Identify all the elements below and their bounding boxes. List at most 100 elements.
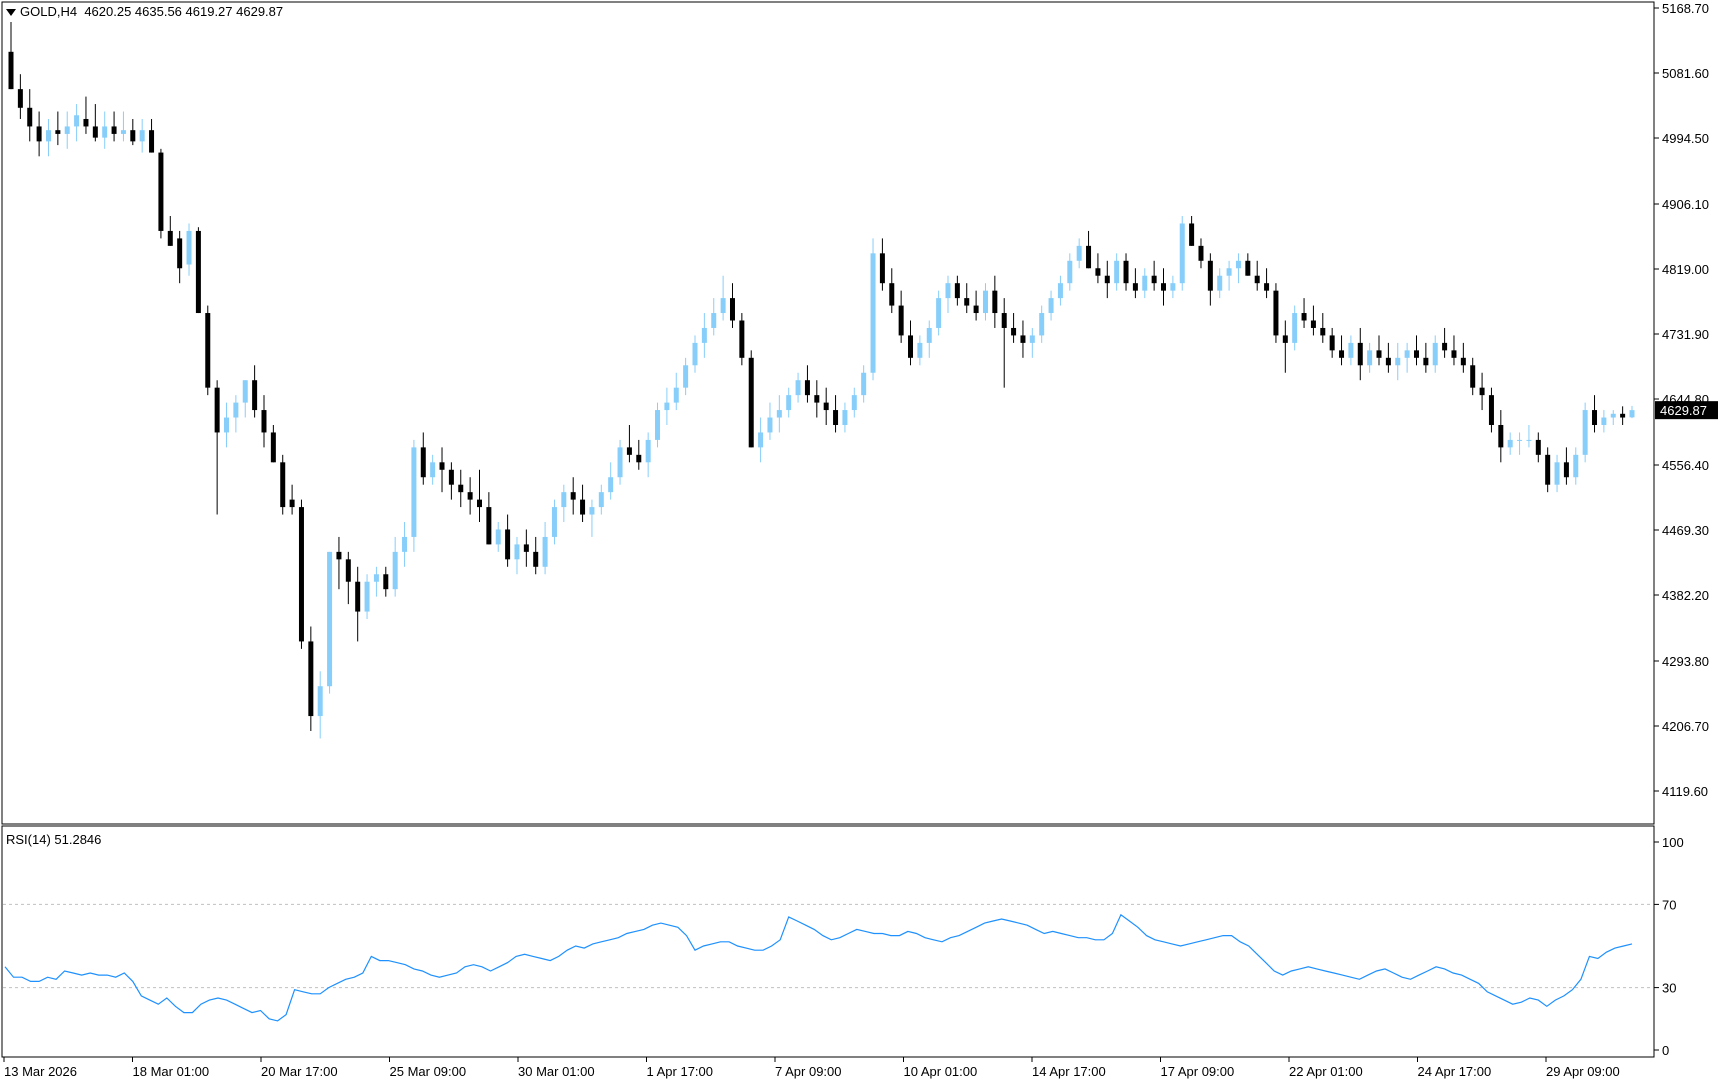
price-tick-label: 5168.70 — [1662, 1, 1709, 16]
candle-body — [692, 342, 698, 366]
candle-body — [1423, 357, 1429, 366]
candle-body — [1601, 417, 1607, 425]
candle-body — [242, 380, 248, 403]
time-tick-label: 18 Mar 01:00 — [133, 1064, 210, 1079]
candle-body — [551, 507, 557, 537]
candle-body — [205, 313, 211, 388]
candle-body — [626, 447, 632, 455]
candle-body — [1442, 342, 1448, 351]
candle-body — [823, 402, 829, 411]
candle-body — [336, 551, 342, 560]
candle-body — [1320, 327, 1326, 336]
candle-body — [177, 238, 183, 269]
rsi-tick-label: 70 — [1662, 897, 1676, 912]
candle-body — [402, 536, 408, 552]
time-tick-label: 22 Apr 01:00 — [1289, 1064, 1363, 1079]
candle-body — [355, 581, 361, 612]
time-tick-label: 20 Mar 17:00 — [261, 1064, 338, 1079]
candle-body — [514, 544, 520, 560]
candle-body — [55, 130, 61, 134]
time-tick-label: 24 Apr 17:00 — [1418, 1064, 1492, 1079]
candle-body — [364, 581, 370, 612]
candle-body — [439, 462, 445, 470]
candle-body — [908, 335, 914, 358]
candle-body — [1554, 462, 1560, 485]
candle-body — [580, 499, 586, 515]
candle-body — [476, 499, 482, 508]
dropdown-triangle-icon[interactable] — [6, 9, 16, 17]
time-tick-label: 29 Apr 09:00 — [1546, 1064, 1620, 1079]
candle-body — [1329, 335, 1335, 351]
candle-body — [1404, 350, 1410, 358]
candle-body — [45, 130, 51, 142]
candle-body — [111, 126, 117, 134]
candle-body — [1104, 275, 1110, 284]
time-tick-label: 17 Apr 09:00 — [1161, 1064, 1235, 1079]
rsi-tick-label: 100 — [1662, 835, 1684, 850]
candle-body — [711, 313, 717, 328]
candle-body — [261, 410, 267, 433]
candle-body — [973, 305, 979, 314]
candle-body — [1582, 410, 1588, 455]
candle-body — [804, 380, 810, 396]
candle-body — [289, 499, 295, 508]
candle-body — [1432, 342, 1438, 366]
time-tick-label: 14 Apr 17:00 — [1032, 1064, 1106, 1079]
candle-body — [130, 130, 136, 142]
candle-body — [486, 507, 492, 545]
time-tick-label: 30 Mar 01:00 — [518, 1064, 595, 1079]
candle-body — [1573, 454, 1579, 478]
candle-body — [655, 410, 661, 440]
candle-body — [1142, 275, 1148, 291]
candle-body — [345, 559, 351, 582]
candle-body — [1526, 439, 1532, 441]
candle-body — [533, 551, 539, 567]
candle-body — [1292, 313, 1298, 343]
time-tick-label: 13 Mar 2026 — [4, 1064, 77, 1079]
candle-body — [879, 253, 885, 284]
candle-body — [936, 298, 942, 328]
candle-body — [1545, 454, 1551, 485]
rsi-tick-label: 0 — [1662, 1043, 1669, 1058]
candle-body — [383, 574, 389, 590]
candle-body — [673, 387, 679, 403]
candle-body — [1282, 335, 1288, 343]
candle-body — [373, 574, 379, 582]
chart-canvas[interactable]: 5168.70 5081.60 4994.50 4906.10 4819.00 4731.… — [0, 0, 1720, 1080]
candle-body — [102, 126, 108, 138]
candle-body — [1385, 357, 1391, 366]
price-tick-label: 4382.20 — [1662, 588, 1709, 603]
candle-body — [27, 107, 33, 127]
candle-body — [617, 447, 623, 478]
candle-body — [898, 305, 904, 336]
candle-body — [739, 320, 745, 358]
candle-body — [1029, 335, 1035, 343]
candle-body — [1488, 395, 1494, 425]
candle-body — [842, 410, 848, 425]
candle-body — [589, 507, 595, 515]
candle-body — [1217, 275, 1223, 291]
candle-body — [120, 130, 126, 134]
candle-body — [758, 432, 764, 448]
price-tick-label: 5081.60 — [1662, 66, 1709, 81]
candle-body — [1629, 410, 1635, 418]
candle-body — [149, 130, 155, 153]
candle-body — [1235, 260, 1241, 269]
candle-body — [8, 51, 14, 90]
candle-body — [1395, 357, 1401, 366]
candle-body — [523, 544, 529, 552]
candle-body — [1413, 350, 1419, 358]
candle-body — [1207, 260, 1213, 291]
candle-body — [1460, 357, 1466, 366]
candle-body — [1610, 413, 1616, 418]
candle-body — [392, 551, 398, 590]
candle-body — [748, 357, 754, 448]
candle-body — [1620, 413, 1626, 418]
candle-body — [1198, 245, 1204, 261]
candle-body — [467, 492, 473, 500]
candle-body — [1376, 350, 1382, 358]
candle-body — [1451, 350, 1457, 358]
candle-body — [1189, 223, 1195, 246]
candle-body — [1011, 327, 1017, 336]
candle-body — [1161, 283, 1167, 291]
